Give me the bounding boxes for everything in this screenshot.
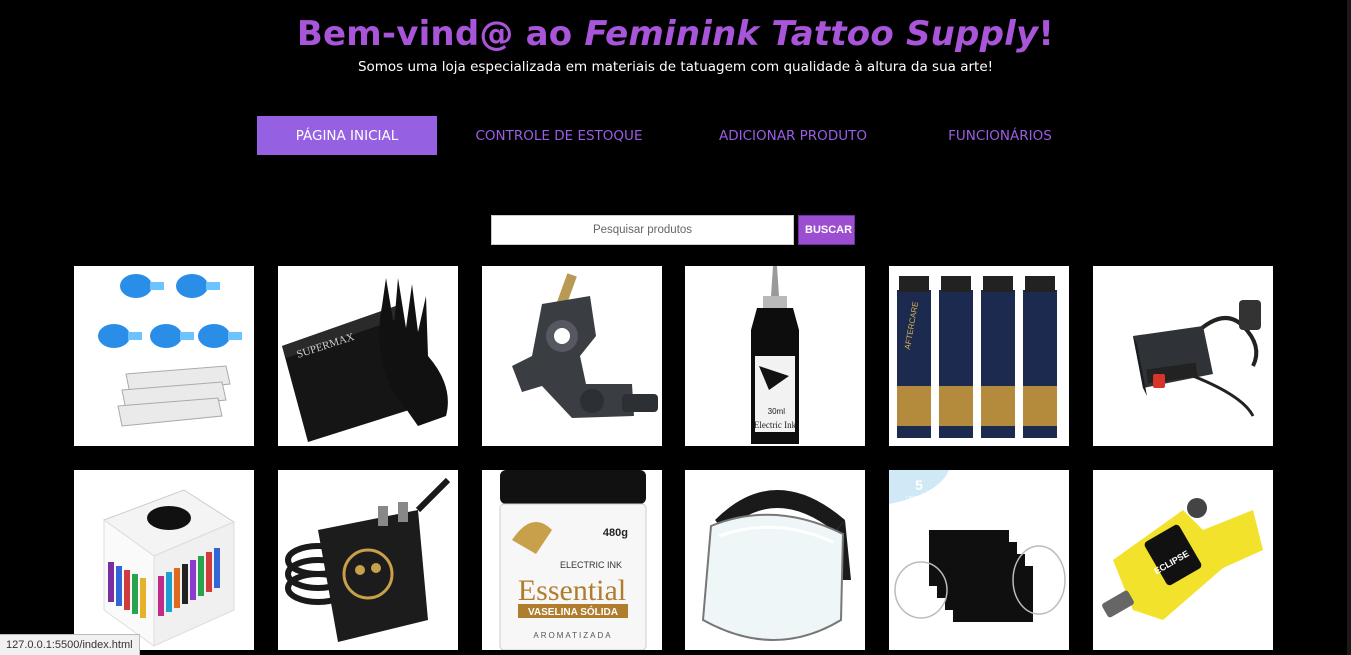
vaseline-title: Essential (518, 574, 626, 607)
vaseline-image: 480g ELECTRIC INK Essential VASELINA SÓL… (499, 470, 647, 650)
product-card-ink-set[interactable] (74, 470, 254, 650)
product-card-face-shield[interactable] (685, 470, 865, 650)
title-prefix: Bem-vind@ ao (296, 14, 585, 54)
search-bar: BUSCAR (491, 215, 855, 245)
page-title: Bem-vind@ ao Feminink Tattoo Supply! (0, 14, 1351, 54)
product-card-tattoo-machine[interactable] (482, 266, 662, 446)
power-supply-image (1133, 300, 1261, 417)
vaseline-size: 480g (603, 527, 628, 539)
face-shield-image (701, 490, 851, 641)
gloves-image: SUPERMAX (282, 278, 448, 442)
title-brand: Feminink Tattoo Supply (584, 14, 1039, 54)
page-header: Bem-vind@ ao Feminink Tattoo Supply! Som… (0, 0, 1351, 76)
product-card-rotary-machine[interactable]: ECLIPSE (1093, 470, 1273, 650)
product-card-ink-bottle[interactable]: 30ml Electric Ink (685, 266, 865, 446)
page-subtitle: Somos uma loja especializada em materiai… (357, 59, 994, 75)
masks-count-label: UNIDADES (906, 496, 933, 502)
title-suffix: ! (1038, 14, 1055, 54)
product-card-cartridge-needles[interactable] (74, 266, 254, 446)
product-card-face-masks[interactable]: 5 UNIDADES (889, 470, 1069, 650)
nav-employees[interactable]: FUNCIONÁRIOS (905, 116, 1095, 155)
masks-count-badge: 5 (915, 477, 923, 493)
rotary-machine-image: ECLIPSE (1102, 498, 1263, 620)
vaseline-note: AROMATIZADA (533, 631, 612, 640)
cartridge-needles-image (98, 274, 242, 427)
search-button[interactable]: BUSCAR (798, 215, 855, 245)
tattoo-machine-image (512, 273, 658, 418)
ink-set-image (102, 489, 236, 647)
product-card-aftercare-tubes[interactable]: AFTERCARE (889, 266, 1069, 446)
page-scrollbar[interactable] (1347, 0, 1351, 655)
product-card-vaseline[interactable]: 480g ELECTRIC INK Essential VASELINA SÓL… (482, 470, 662, 650)
face-masks-image: 5 UNIDADES (889, 470, 1066, 622)
nav-home[interactable]: PÁGINA INICIAL (257, 116, 437, 155)
nav-stock-control[interactable]: CONTROLE DE ESTOQUE (437, 116, 681, 155)
vaseline-subtitle: VASELINA SÓLIDA (528, 605, 618, 618)
search-input[interactable] (491, 215, 794, 245)
product-card-power-supply[interactable] (1093, 266, 1273, 446)
ink-bottle-brand: Electric Ink (754, 420, 797, 430)
foot-pedal-image (285, 477, 451, 642)
browser-status-url: 127.0.0.1:5500/index.html (0, 634, 140, 655)
vaseline-brand: ELECTRIC INK (560, 560, 622, 570)
nav-add-product[interactable]: ADICIONAR PRODUTO (681, 116, 905, 155)
ink-bottle-image: 30ml Electric Ink (751, 266, 799, 444)
product-card-foot-pedal[interactable] (278, 470, 458, 650)
ink-bottle-size: 30ml (768, 407, 786, 416)
aftercare-tubes-image: AFTERCARE (897, 276, 1057, 438)
product-card-gloves[interactable]: SUPERMAX (278, 266, 458, 446)
main-nav: PÁGINA INICIAL CONTROLE DE ESTOQUE ADICI… (257, 116, 1095, 155)
